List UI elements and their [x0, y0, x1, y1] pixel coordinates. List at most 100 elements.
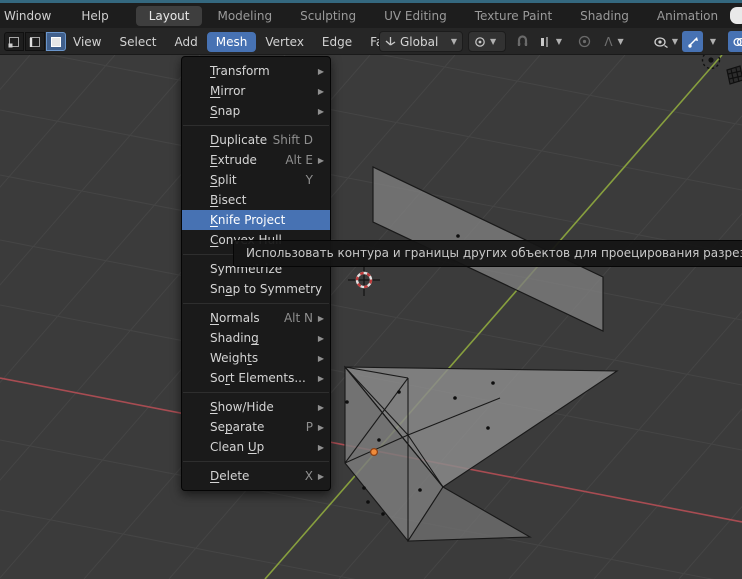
- menu-item-duplicate[interactable]: Duplicate Shift D: [182, 130, 330, 150]
- menu-item-shading[interactable]: Shading ▶: [182, 328, 330, 348]
- menu-item-sort-elements[interactable]: Sort Elements... ▶: [182, 368, 330, 388]
- snap-magnet-icon: [517, 35, 527, 46]
- menu-separator: [183, 461, 329, 462]
- submenu-arrow-icon: ▶: [317, 86, 324, 96]
- menu-item-extrude[interactable]: Extrude Alt E ▶: [182, 150, 330, 170]
- chevron-down-icon: ▼: [450, 36, 457, 46]
- proportional-editing-toggle[interactable]: [573, 31, 595, 52]
- viewport-menu-mesh[interactable]: Mesh: [206, 31, 257, 52]
- visibility-icon: [654, 36, 668, 48]
- menu-item-weights[interactable]: Weights ▶: [182, 348, 330, 368]
- menu-item-clean-up[interactable]: Clean Up ▶: [182, 437, 330, 457]
- menu-item-label: Snap to Symmetry: [210, 282, 323, 296]
- submenu-arrow-icon: ▶: [317, 471, 324, 481]
- submenu-arrow-icon: ▶: [317, 106, 324, 116]
- falloff-dropdown[interactable]: Λ ▼: [596, 31, 632, 52]
- object-origin: [370, 448, 379, 457]
- orientation-label: Global: [400, 34, 439, 49]
- viewport-menu-view[interactable]: View: [64, 32, 110, 52]
- menu-item-label: Extrude: [210, 153, 257, 167]
- menu-item-separate[interactable]: Separate P ▶: [182, 417, 330, 437]
- menu-item-label: Transform: [210, 64, 270, 78]
- menu-item-label: Mirror: [210, 84, 246, 98]
- gizmos-toggle-icon: [687, 36, 698, 48]
- pivot-point-dropdown[interactable]: ▼: [468, 31, 506, 52]
- gizmos-chevron[interactable]: ▼: [706, 31, 720, 52]
- chevron-down-icon: ▼: [490, 36, 497, 46]
- viewport-menu-select[interactable]: Select: [110, 32, 165, 52]
- menu-item-transform[interactable]: Transform ▶: [182, 61, 330, 81]
- vertex-select-button[interactable]: [4, 32, 24, 51]
- submenu-arrow-icon: ▶: [317, 373, 324, 383]
- snap-magnet-toggle[interactable]: [511, 31, 533, 52]
- 3d-viewport[interactable]: [0, 0, 742, 579]
- menu-item-snap[interactable]: Snap ▶: [182, 101, 330, 121]
- menu-item-normals[interactable]: Normals Alt N ▶: [182, 308, 330, 328]
- snap-target-dropdown[interactable]: ▼: [534, 31, 568, 52]
- menu-item-label: Weights: [210, 351, 259, 365]
- menu-item-label: Sort Elements...: [210, 371, 306, 385]
- submenu-arrow-icon: ▶: [317, 353, 324, 363]
- menu-item-label: Knife Project: [210, 213, 286, 227]
- transform-orientation-icon: [385, 37, 396, 46]
- window-top-border: [0, 0, 742, 3]
- transform-orientation-dropdown[interactable]: Global ▼: [379, 31, 463, 52]
- chevron-down-icon: ▼: [555, 36, 563, 46]
- menu-item-split[interactable]: Split Y: [182, 170, 330, 190]
- tab-uv-editing[interactable]: UV Editing: [371, 6, 460, 26]
- topbar: Window Help Layout Modeling Sculpting UV Ed…: [0, 3, 742, 28]
- tab-texture-paint[interactable]: Texture Paint: [462, 6, 565, 26]
- overlays-toggle-icon: [732, 37, 742, 46]
- blender-window: Window Help Layout Modeling Sculpting UV Ed…: [0, 0, 742, 579]
- menu-item-label: Snap: [210, 104, 241, 118]
- menu-item-shortcut: Alt E: [285, 153, 313, 167]
- submenu-arrow-icon: ▶: [317, 66, 324, 76]
- menu-item-knife-project[interactable]: Knife Project: [182, 210, 330, 230]
- viewport-menu-edge[interactable]: Edge: [313, 32, 361, 52]
- pivot-point-icon: [475, 36, 485, 47]
- submenu-arrow-icon: ▶: [317, 442, 324, 452]
- grid-object-icon[interactable]: [726, 65, 742, 85]
- menu-item-label: Shading: [210, 331, 259, 345]
- menu-item-show-hide[interactable]: Show/Hide ▶: [182, 397, 330, 417]
- tab-sculpting[interactable]: Sculpting: [287, 6, 369, 26]
- chevron-down-icon: ▼: [671, 36, 679, 46]
- menu-separator: [183, 392, 329, 393]
- tab-shading[interactable]: Shading: [567, 6, 642, 26]
- menu-item-snap-to-symmetry[interactable]: Snap to Symmetry: [182, 279, 330, 299]
- submenu-arrow-icon: ▶: [317, 402, 324, 412]
- overlays-toggle[interactable]: [728, 31, 742, 52]
- mesh-menu-panel: Transform ▶ Mirror ▶ Snap ▶ Duplicate Shift D Ex…: [181, 56, 331, 491]
- proportional-editing-icon: [578, 35, 590, 48]
- visibility-dropdown[interactable]: ▼: [648, 31, 684, 52]
- menu-item-mirror[interactable]: Mirror ▶: [182, 81, 330, 101]
- tab-modeling[interactable]: Modeling: [204, 6, 285, 26]
- menu-item-label: Clean Up: [210, 440, 265, 454]
- snap-target-icon: [540, 36, 548, 47]
- select-mode-group: [4, 32, 66, 51]
- gizmos-toggle[interactable]: [682, 31, 703, 52]
- menu-item-shortcut: Y: [305, 173, 313, 187]
- menu-item-label: Normals: [210, 311, 260, 325]
- menu-window[interactable]: Window: [0, 9, 63, 23]
- menu-item-bisect[interactable]: Bisect: [182, 190, 330, 210]
- viewport-header: ViewSelectAddMeshVertexEdgeFaceUV Global…: [0, 28, 742, 55]
- chevron-down-icon: ▼: [617, 36, 624, 46]
- viewport-menu-vertex[interactable]: Vertex: [256, 32, 313, 52]
- submenu-arrow-icon: ▶: [317, 155, 324, 165]
- menu-item-shortcut: Shift D: [272, 133, 313, 147]
- edge-select-button[interactable]: [25, 32, 45, 51]
- viewport-menu-add[interactable]: Add: [166, 32, 207, 52]
- submenu-arrow-icon: ▶: [317, 313, 324, 323]
- menu-help[interactable]: Help: [69, 9, 120, 23]
- face-select-button[interactable]: [46, 32, 66, 51]
- tooltip-text: Использовать контура и границы других об…: [246, 246, 742, 260]
- scene-icon[interactable]: [730, 7, 742, 24]
- submenu-arrow-icon: ▶: [317, 333, 324, 343]
- menu-separator: [183, 125, 329, 126]
- menu-item-delete[interactable]: Delete X ▶: [182, 466, 330, 486]
- tab-animation[interactable]: Animation: [644, 6, 731, 26]
- falloff-curve-icon: Λ: [604, 34, 613, 49]
- menu-separator: [183, 303, 329, 304]
- tab-layout[interactable]: Layout: [135, 5, 203, 26]
